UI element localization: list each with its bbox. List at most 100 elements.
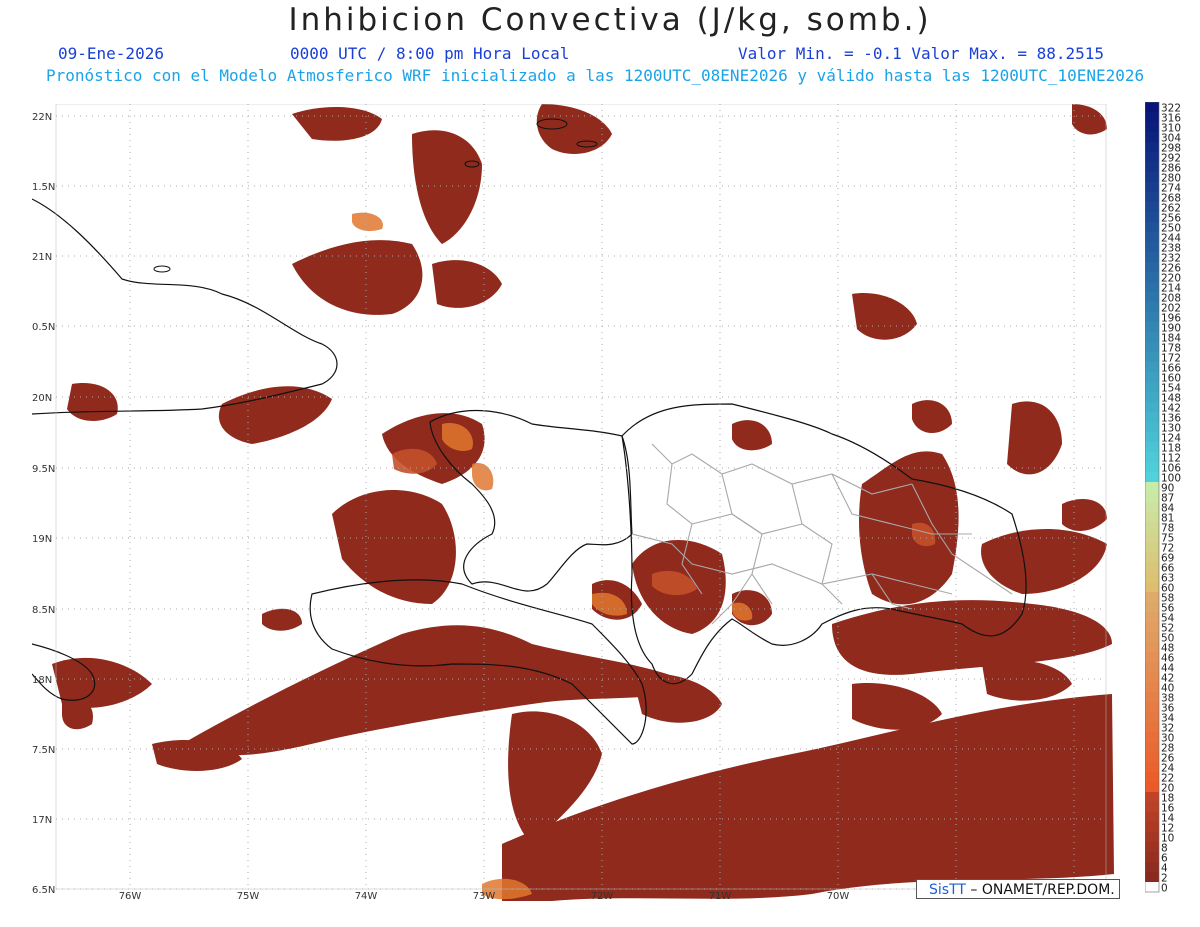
legend-swatch <box>1145 762 1159 773</box>
cin-area <box>182 625 692 756</box>
legend-swatch <box>1145 282 1159 293</box>
map-title: Inhibicion Convectiva (J/kg, somb.) <box>288 2 932 38</box>
legend-swatch <box>1145 242 1159 253</box>
legend-swatch <box>1145 802 1159 813</box>
cin-area <box>912 400 952 434</box>
legend-swatch <box>1145 542 1159 553</box>
legend-swatch <box>1145 522 1159 533</box>
legend-swatch <box>1145 592 1159 603</box>
legend-swatch <box>1145 512 1159 523</box>
legend-label: 0 <box>1161 883 1168 895</box>
legend-swatch <box>1145 482 1159 493</box>
legend-swatch <box>1145 152 1159 163</box>
legend-swatch <box>1145 562 1159 573</box>
cin-area <box>432 260 502 308</box>
legend-swatch <box>1145 652 1159 663</box>
legend-swatch <box>1145 222 1159 233</box>
legend-swatch <box>1145 492 1159 503</box>
cin-area <box>1072 104 1107 135</box>
latitude-label: 8.5N <box>32 605 55 616</box>
legend-swatch <box>1145 832 1159 843</box>
legend-swatch <box>1145 412 1159 423</box>
legend-swatch <box>1145 722 1159 733</box>
cin-area <box>412 130 482 244</box>
latitude-label: 9.5N <box>32 464 55 475</box>
cin-area <box>981 529 1107 594</box>
cin-area <box>292 240 423 315</box>
cin-area <box>832 600 1112 675</box>
legend-swatch <box>1145 502 1159 513</box>
legend-swatch <box>1145 602 1159 613</box>
cin-highlight <box>472 463 494 491</box>
legend-swatch <box>1145 402 1159 413</box>
latitude-label: 19N <box>32 534 52 545</box>
legend-swatch <box>1145 642 1159 653</box>
legend-swatch <box>1145 532 1159 543</box>
island-outline <box>153 265 171 273</box>
legend-swatch <box>1145 462 1159 473</box>
legend-swatch <box>1145 362 1159 373</box>
legend-swatch <box>1145 422 1159 433</box>
legend-swatch <box>1145 252 1159 263</box>
legend-swatch <box>1145 662 1159 673</box>
legend-swatch <box>1145 132 1159 143</box>
cin-area <box>1007 401 1062 475</box>
legend-swatch <box>1145 822 1159 833</box>
legend-swatch <box>1145 272 1159 283</box>
legend-swatch <box>1145 792 1159 803</box>
legend-swatch <box>1145 262 1159 273</box>
agency-watermark: SisTT – ONAMET/REP.DOM. <box>916 879 1120 899</box>
latitude-label: 6.5N <box>32 885 55 896</box>
longitude-label: 76W <box>119 891 142 901</box>
legend-swatch <box>1145 572 1159 583</box>
cin-area <box>502 694 1114 901</box>
legend-swatch <box>1145 712 1159 723</box>
legend-swatch <box>1145 852 1159 863</box>
latitude-label: 20N <box>32 393 52 404</box>
legend-swatch <box>1145 102 1159 113</box>
legend-swatch <box>1145 872 1159 883</box>
legend-swatch <box>1145 112 1159 123</box>
longitude-label: 71W <box>709 891 732 901</box>
legend-swatch <box>1145 212 1159 223</box>
legend-swatch <box>1145 302 1159 313</box>
province-boundary <box>721 473 773 605</box>
latitude-label: 21N <box>32 252 52 263</box>
legend-swatch <box>1145 332 1159 343</box>
forecast-map: 76W75W74W73W72W71W70W69W68W22N1.5N21N0.5… <box>32 104 1114 901</box>
latitude-label: 18N <box>32 675 52 686</box>
longitude-label: 72W <box>591 891 614 901</box>
legend-swatch <box>1145 702 1159 713</box>
legend-swatch <box>1145 452 1159 463</box>
legend-swatch <box>1145 682 1159 693</box>
legend-swatch <box>1145 342 1159 353</box>
legend-swatch <box>1145 552 1159 563</box>
watermark-text: – ONAMET/REP.DOM. <box>970 882 1115 898</box>
cin-area <box>262 608 302 631</box>
legend-swatch <box>1145 292 1159 303</box>
legend-swatch <box>1145 352 1159 363</box>
latitude-label: 17N <box>32 815 52 826</box>
latitude-label: 1.5N <box>32 182 55 193</box>
legend-swatch <box>1145 632 1159 643</box>
cin-area <box>852 293 917 340</box>
legend-swatch <box>1145 752 1159 763</box>
color-legend: 3223163103042982922862802742682622562502… <box>1145 102 1181 895</box>
longitude-label: 75W <box>237 891 260 901</box>
longitude-label: 73W <box>473 891 496 901</box>
forecast-time: 0000 UTC / 8:00 pm Hora Local <box>290 44 570 63</box>
legend-swatch <box>1145 122 1159 133</box>
cin-area <box>67 383 118 421</box>
legend-swatch <box>1145 372 1159 383</box>
longitude-label: 74W <box>355 891 378 901</box>
cin-area <box>292 107 382 141</box>
latitude-label: 0.5N <box>32 322 55 333</box>
value-range: Valor Min. = -0.1 Valor Max. = 88.2515 <box>738 44 1105 63</box>
legend-swatch <box>1145 202 1159 213</box>
cin-highlight <box>352 212 383 232</box>
legend-swatch <box>1145 772 1159 783</box>
legend-swatch <box>1145 162 1159 173</box>
legend-swatch <box>1145 612 1159 623</box>
legend-swatch <box>1145 842 1159 853</box>
legend-swatch <box>1145 312 1159 323</box>
